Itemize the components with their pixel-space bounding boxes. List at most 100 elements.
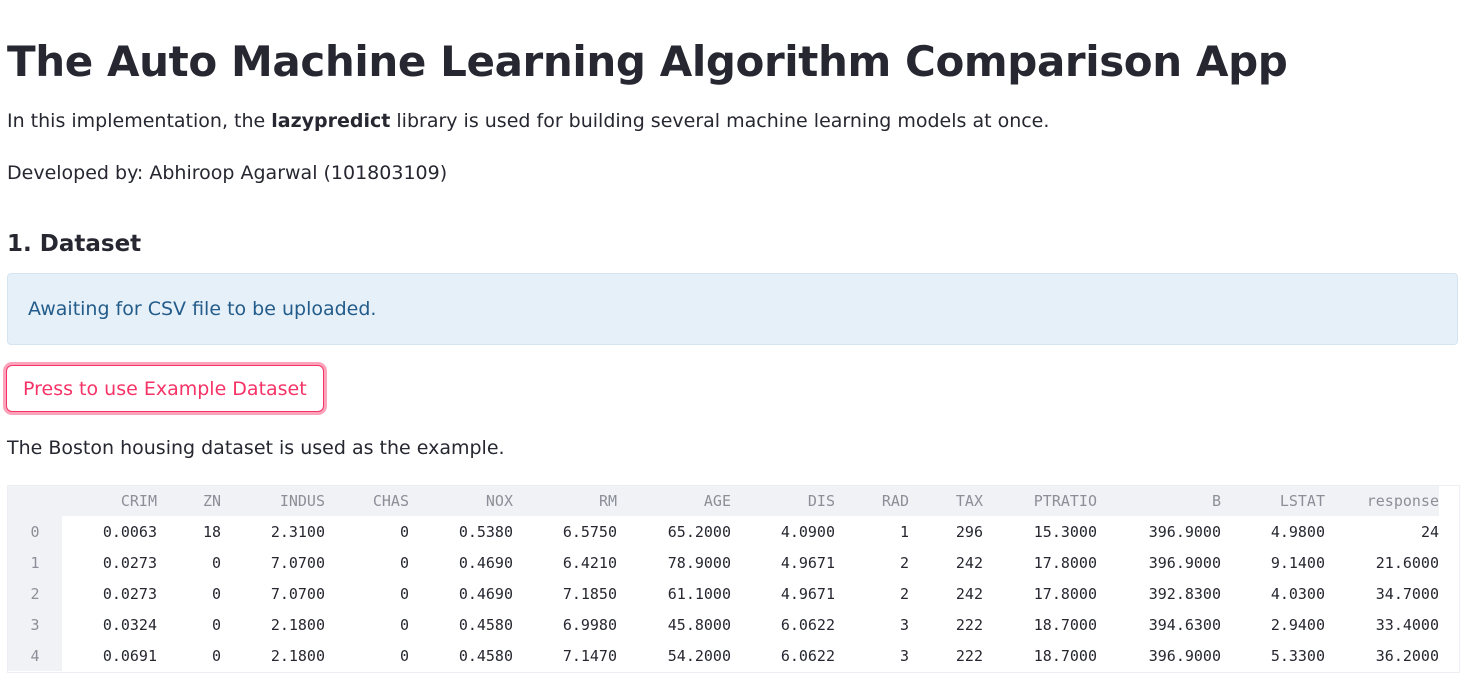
table-cell: 0.4580	[458, 646, 513, 665]
library-name: lazypredict	[271, 110, 391, 132]
table-cell: 0.0691	[102, 646, 157, 665]
column-header[interactable]: ZN	[157, 486, 221, 516]
table-row: 2 0.0273 0 7.0700 0 0.4690 7.1850 61.100…	[8, 578, 1439, 609]
column-header[interactable]: TAX	[909, 486, 983, 516]
table-cell: 222	[955, 646, 983, 665]
row-index: 3	[8, 609, 62, 640]
table-cell: 0	[399, 646, 409, 665]
table-cell: 0	[399, 615, 409, 634]
table-cell: 0	[211, 584, 221, 603]
table-cell: 3	[899, 646, 909, 665]
table-cell: 0	[211, 615, 221, 634]
table-cell: 0	[399, 522, 409, 541]
table-cell: 45.8000	[667, 615, 731, 634]
example-dataset-note: The Boston housing dataset is used as th…	[7, 437, 505, 459]
info-alert: Awaiting for CSV file to be uploaded.	[7, 273, 1458, 345]
use-example-dataset-button[interactable]: Press to use Example Dataset	[6, 365, 324, 412]
row-index: 2	[8, 578, 62, 609]
table-cell: 6.4210	[562, 553, 617, 572]
table-cell: 4.0900	[780, 522, 835, 541]
table-cell: 17.8000	[1033, 553, 1097, 572]
table-cell: 21.6000	[1375, 553, 1439, 572]
page-title: The Auto Machine Learning Algorithm Comp…	[7, 37, 1288, 86]
column-header[interactable]: DIS	[731, 486, 835, 516]
table-cell: 6.5750	[562, 522, 617, 541]
table-cell: 0	[399, 584, 409, 603]
row-index: 0	[8, 516, 62, 547]
column-header[interactable]: response	[1325, 486, 1439, 516]
table-cell: 2	[899, 584, 909, 603]
table-cell: 242	[955, 584, 983, 603]
row-index: 4	[8, 640, 62, 671]
table-header-row: CRIM ZN INDUS CHAS NOX RM AGE DIS RAD TA…	[8, 486, 1439, 516]
table-cell: 222	[955, 615, 983, 634]
table-cell: 7.0700	[270, 584, 325, 603]
table-cell: 392.8300	[1148, 584, 1221, 603]
table-cell: 0.4690	[458, 584, 513, 603]
table-row: 3 0.0324 0 2.1800 0 0.4580 6.9980 45.800…	[8, 609, 1439, 640]
table-cell: 4.9800	[1270, 522, 1325, 541]
info-alert-message: Awaiting for CSV file to be uploaded.	[28, 298, 377, 320]
table-cell: 6.0622	[780, 646, 835, 665]
table-row: 4 0.0691 0 2.1800 0 0.4580 7.1470 54.200…	[8, 640, 1439, 671]
column-header[interactable]: PTRATIO	[983, 486, 1097, 516]
table-cell: 2.1800	[270, 615, 325, 634]
table-cell: 18.7000	[1033, 646, 1097, 665]
column-header[interactable]: CRIM	[62, 486, 157, 516]
table-cell: 61.1000	[667, 584, 731, 603]
table-cell: 0.0324	[102, 615, 157, 634]
table-cell: 396.9000	[1148, 553, 1221, 572]
table-cell: 7.1850	[562, 584, 617, 603]
column-header[interactable]: RAD	[835, 486, 909, 516]
table-cell: 7.0700	[270, 553, 325, 572]
app-page: The Auto Machine Learning Algorithm Comp…	[0, 0, 1472, 690]
table-cell: 0.5380	[458, 522, 513, 541]
table-cell: 24	[1420, 522, 1439, 541]
column-header[interactable]: RM	[513, 486, 617, 516]
table-cell: 65.2000	[667, 522, 731, 541]
table-cell: 3	[899, 615, 909, 634]
table-cell: 0.0063	[102, 522, 157, 541]
column-header[interactable]: LSTAT	[1221, 486, 1325, 516]
table-cell: 0	[211, 553, 221, 572]
table-cell: 6.0622	[780, 615, 835, 634]
column-header[interactable]: AGE	[617, 486, 731, 516]
column-header[interactable]: CHAS	[325, 486, 409, 516]
table-cell: 296	[955, 522, 983, 541]
intro-paragraph: In this implementation, the lazypredict …	[7, 107, 1049, 135]
column-header[interactable]: B	[1097, 486, 1221, 516]
table-cell: 4.9671	[780, 553, 835, 572]
table-cell: 5.3300	[1270, 646, 1325, 665]
table-cell: 9.1400	[1270, 553, 1325, 572]
table-cell: 18	[202, 522, 221, 541]
table-cell: 0.4580	[458, 615, 513, 634]
dataframe: CRIM ZN INDUS CHAS NOX RM AGE DIS RAD TA…	[8, 486, 1439, 671]
table-cell: 396.9000	[1148, 646, 1221, 665]
table-cell: 242	[955, 553, 983, 572]
table-row: 0 0.0063 18 2.3100 0 0.5380 6.5750 65.20…	[8, 516, 1439, 547]
table-cell: 396.9000	[1148, 522, 1221, 541]
table-cell: 0.0273	[102, 553, 157, 572]
table-cell: 18.7000	[1033, 615, 1097, 634]
column-header[interactable]: INDUS	[221, 486, 325, 516]
table-cell: 33.4000	[1375, 615, 1439, 634]
intro-suffix: library is used for building several mac…	[390, 110, 1050, 132]
table-corner-cell	[8, 486, 62, 516]
table-cell: 15.3000	[1033, 522, 1097, 541]
table-cell: 2	[899, 553, 909, 572]
table-cell: 4.9671	[780, 584, 835, 603]
table-cell: 0.4690	[458, 553, 513, 572]
table-cell: 394.6300	[1148, 615, 1221, 634]
column-header[interactable]: NOX	[409, 486, 513, 516]
dataframe-table[interactable]: CRIM ZN INDUS CHAS NOX RM AGE DIS RAD TA…	[7, 485, 1460, 673]
table-cell: 7.1470	[562, 646, 617, 665]
table-cell: 4.0300	[1270, 584, 1325, 603]
row-index: 1	[8, 547, 62, 578]
table-cell: 6.9980	[562, 615, 617, 634]
table-cell: 36.2000	[1375, 646, 1439, 665]
dataset-heading: 1. Dataset	[7, 231, 142, 257]
table-cell: 0.0273	[102, 584, 157, 603]
table-cell: 0	[399, 553, 409, 572]
intro-prefix: In this implementation, the	[7, 110, 272, 132]
table-cell: 54.2000	[667, 646, 731, 665]
